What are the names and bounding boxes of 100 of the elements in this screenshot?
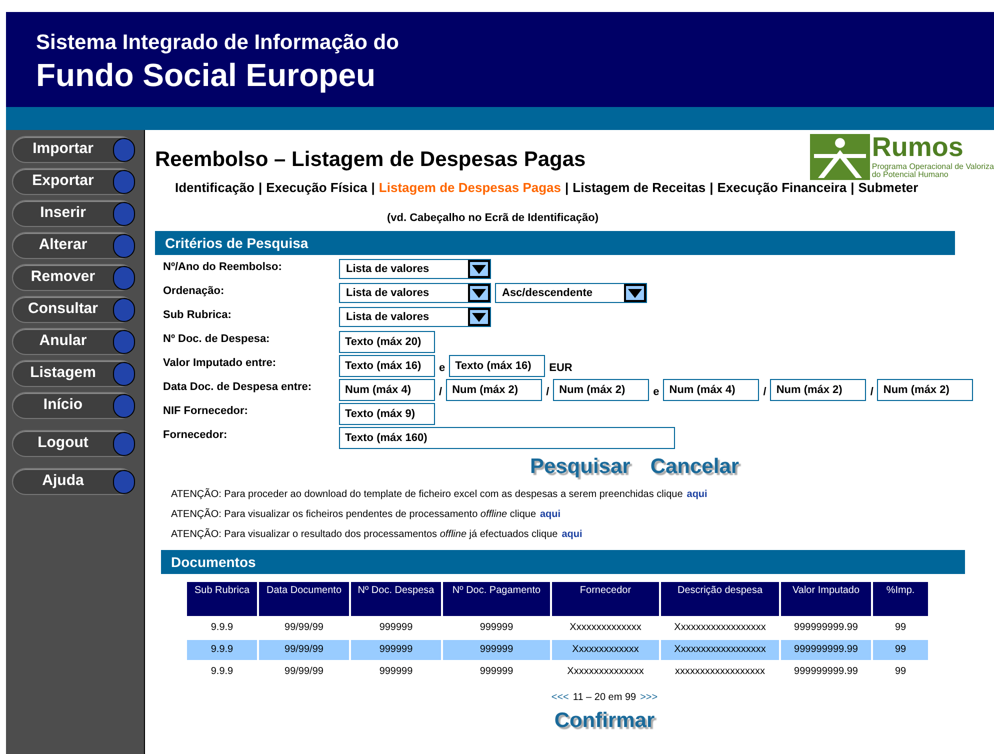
figure-icon xyxy=(810,134,870,180)
nav-tab[interactable]: Execução Física xyxy=(266,178,368,198)
table-cell[interactable]: Xxxxxxxxxxxxxxxxxx xyxy=(661,640,779,660)
link[interactable]: aqui xyxy=(540,506,561,522)
action-button[interactable]: Pesquisar xyxy=(530,451,630,482)
column-header: Nº Doc. Despesa xyxy=(351,582,441,616)
previous-link[interactable]: <<< xyxy=(551,690,569,704)
table-cell[interactable]: 9.9.9 xyxy=(187,640,257,660)
tab-separator: | xyxy=(258,179,262,197)
column-header: Data Documento xyxy=(259,582,349,616)
table-cell[interactable]: 999999 xyxy=(351,640,441,660)
field-label: e xyxy=(653,384,660,400)
field-label: Sub Rubrica: xyxy=(163,308,232,323)
table-cell[interactable]: 9.9.9 xyxy=(187,618,257,638)
input-field[interactable]: Texto (máx 20) xyxy=(339,331,435,353)
table-cell[interactable]: 99/99/99 xyxy=(259,618,349,638)
table-cell[interactable]: 99 xyxy=(873,640,928,660)
field-label: Nº/Ano do Reembolso: xyxy=(163,260,283,275)
column-header: %Imp. xyxy=(873,582,928,616)
table-cell[interactable]: 999999 xyxy=(443,618,550,638)
table-cell[interactable]: 999999999.99 xyxy=(781,640,871,660)
field-label: / xyxy=(546,384,550,400)
field-label: EUR xyxy=(549,360,572,376)
dropdown[interactable]: Asc/descendente xyxy=(495,283,647,303)
sidebar-button[interactable]: Alterar xyxy=(12,232,134,259)
field-label: Valor Imputado entre: xyxy=(163,356,278,371)
input-field[interactable]: Num (máx 2) xyxy=(446,379,542,401)
table-cell[interactable]: 999999 xyxy=(443,662,550,682)
header-subtitle: Sistema Integrado de Informação do xyxy=(36,30,400,56)
field-label: e xyxy=(439,360,446,376)
table-cell[interactable]: 999999 xyxy=(351,662,441,682)
sidebar-button[interactable]: Ajuda xyxy=(12,468,134,495)
table-cell[interactable]: 999999 xyxy=(443,640,550,660)
table-cell[interactable]: 9.9.9 xyxy=(187,662,257,682)
sidebar-button[interactable]: Início xyxy=(12,392,134,419)
sidebar-button[interactable]: Remover xyxy=(12,264,134,291)
dropdown[interactable]: Lista de valores xyxy=(339,283,491,303)
link[interactable]: aqui xyxy=(562,526,582,542)
table-cell[interactable]: 99/99/99 xyxy=(259,640,349,660)
dropdown[interactable]: Lista de valores xyxy=(339,259,491,279)
logo-name: Rumos xyxy=(872,134,964,161)
nav-tab[interactable]: Submeter xyxy=(858,178,918,198)
nav-tab[interactable]: Identificação xyxy=(175,178,254,198)
table-cell[interactable]: xxxxxxxxxxxxxxxxxx xyxy=(661,662,779,682)
sidebar-button[interactable]: Inserir xyxy=(12,200,134,227)
notice-text: ATENÇÃO: Para visualizar os ficheiros pendentes de processamento offline clique xyxy=(171,507,536,522)
column-header: Valor Imputado xyxy=(781,582,871,616)
notice-text: ATENÇÃO: Para visualizar o resultado dos processamentos offline já efectuados clique xyxy=(171,527,558,542)
action-button[interactable]: Cancelar xyxy=(650,451,740,482)
table-cell[interactable]: 99 xyxy=(873,618,928,638)
tab-separator: | xyxy=(371,179,375,197)
input-field[interactable]: Texto (máx 160) xyxy=(339,427,675,449)
page-range: 11 – 20 em 99 xyxy=(572,690,636,704)
sidebar-button[interactable]: Anular xyxy=(12,328,134,355)
logo-caption: do Potencial Humano xyxy=(872,171,948,179)
page-title: Reembolso – Listagem de Despesas Pagas xyxy=(155,148,586,172)
input-field[interactable]: Num (máx 4) xyxy=(339,379,435,401)
table-cell[interactable]: Xxxxxxxxxxxxxx xyxy=(552,618,659,638)
column-header: Descrição despesa xyxy=(661,582,779,616)
field-label: Ordenação: xyxy=(163,284,226,299)
column-header: Sub Rubrica xyxy=(187,582,257,616)
tab-separator: | xyxy=(565,179,569,197)
sidebar-button[interactable]: Consultar xyxy=(12,296,134,323)
table-cell[interactable]: Xxxxxxxxxxxxxxx xyxy=(552,662,659,682)
link[interactable]: aqui xyxy=(686,486,708,502)
logo-caption: Programa Operacional de Valoriza xyxy=(872,163,994,171)
header-title: Fundo Social Europeu xyxy=(36,56,377,94)
input-field[interactable]: Texto (máx 16) xyxy=(339,355,435,377)
input-field[interactable]: Texto (máx 16) xyxy=(449,355,546,377)
subtitle: (vd. Cabeçalho no Ecrã de Identificação) xyxy=(387,210,600,226)
table-cell[interactable]: 99 xyxy=(873,662,928,682)
input-field[interactable]: Num (máx 4) xyxy=(663,379,760,401)
table-cell[interactable]: Xxxxxxxxxxxxxxxxxx xyxy=(661,618,779,638)
table-cell[interactable]: 999999999.99 xyxy=(781,618,871,638)
table-cell[interactable]: Xxxxxxxxxxxxx xyxy=(552,640,659,660)
input-field[interactable]: Num (máx 2) xyxy=(877,379,974,401)
field-label: Fornecedor: xyxy=(163,428,228,443)
sidebar-button[interactable]: Exportar xyxy=(12,168,134,195)
table-cell[interactable]: 999999999.99 xyxy=(781,662,871,682)
input-field[interactable]: Texto (máx 9) xyxy=(339,403,435,425)
next-link[interactable]: >>> xyxy=(640,690,658,704)
field-label: / xyxy=(870,384,874,400)
table-cell[interactable]: 999999 xyxy=(351,618,441,638)
column-header: Fornecedor xyxy=(552,582,659,616)
confirm-button[interactable]: Confirmar xyxy=(554,704,655,736)
column-header: Nº Doc. Pagamento xyxy=(443,582,550,616)
sidebar-button[interactable]: Logout xyxy=(12,430,134,457)
nav-tab[interactable]: Execução Financeira xyxy=(717,178,847,198)
tab-separator: | xyxy=(710,179,714,197)
field-label: / xyxy=(439,384,442,400)
sidebar-button[interactable]: Importar xyxy=(12,136,134,163)
dropdown[interactable]: Lista de valores xyxy=(339,307,491,327)
section-header: Critérios de Pesquisa xyxy=(155,231,955,255)
input-field[interactable]: Num (máx 2) xyxy=(553,379,650,401)
nav-tab[interactable]: Listagem de Receitas xyxy=(572,178,706,198)
sidebar-button[interactable]: Listagem xyxy=(12,360,134,387)
table-cell[interactable]: 99/99/99 xyxy=(259,662,349,682)
field-label: Nº Doc. de Despesa: xyxy=(163,332,271,347)
input-field[interactable]: Num (máx 2) xyxy=(770,379,866,401)
field-label: NIF Fornecedor: xyxy=(163,404,249,419)
